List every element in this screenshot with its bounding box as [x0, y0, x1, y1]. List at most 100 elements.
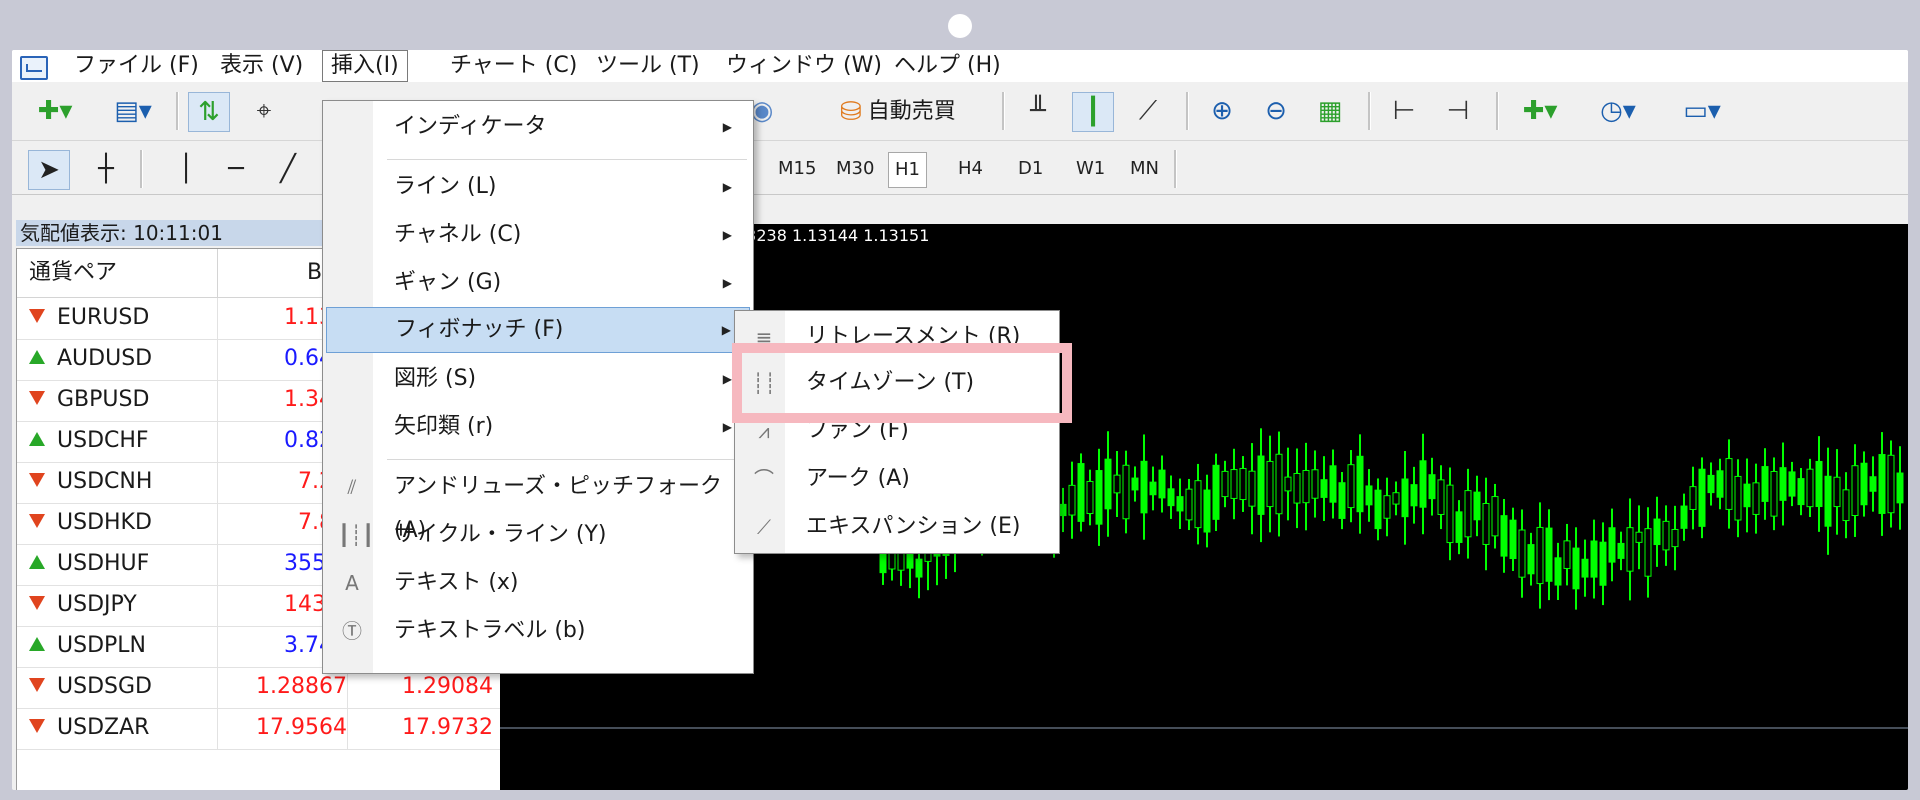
line-studies-toolbar: ➤ ┼ │ ─ ╱ M15 M30 H1 H4 D1 W1 MN	[12, 142, 1908, 195]
zoom-out-icon[interactable]: ⊖	[1256, 92, 1296, 130]
market-watch-icon[interactable]: ⇅	[188, 92, 230, 132]
timeframe-d1[interactable]: D1	[1012, 152, 1049, 186]
toolbar-separator	[140, 150, 143, 188]
timeframe-m15[interactable]: M15	[772, 152, 822, 186]
chart-shift-icon[interactable]: ⊢	[1384, 92, 1424, 130]
menu-view[interactable]: 表示 (V)	[212, 50, 311, 82]
menu-item-cycle-lines[interactable]: ┃┊┃ サイクル・ライン (Y)	[326, 513, 750, 557]
periods-icon[interactable]: ◷▾	[1590, 92, 1646, 130]
chart-ohlc-label: 13238 1.13144 1.13151	[736, 226, 930, 245]
menu-item-label: インディケータ	[394, 114, 547, 139]
timeframe-m30[interactable]: M30	[830, 152, 880, 186]
menu-item-text[interactable]: A テキスト (x)	[326, 561, 750, 605]
menu-file[interactable]: ファイル (F)	[66, 50, 207, 82]
symbol-name: USDCNH	[57, 469, 153, 494]
menu-help[interactable]: ヘルプ (H)	[886, 50, 1009, 82]
autotrade-button[interactable]: ⛁ 自動売買	[840, 92, 956, 132]
candle-body	[1311, 469, 1319, 499]
down-arrow-icon	[29, 596, 45, 610]
candle-body	[1527, 544, 1535, 575]
candle-body	[1707, 474, 1715, 494]
toolbar-separator	[1186, 92, 1189, 130]
cursor-icon[interactable]: ➤	[28, 150, 70, 190]
candle-body	[1743, 483, 1751, 508]
crosshair-tool-icon[interactable]: ┼	[86, 150, 126, 188]
candle-body	[1383, 495, 1391, 519]
timeframe-w1[interactable]: W1	[1070, 152, 1111, 186]
candle-body	[1122, 464, 1130, 520]
insert-menu: インディケータ ▶ ライン (L) ▶ チャネル (C) ▶ ギャン (G) ▶ フィボ…	[322, 100, 754, 674]
market-watch-row[interactable]: USDZAR 17.9564 17.9732	[17, 708, 501, 750]
candle-body	[1185, 488, 1193, 521]
candle-body	[1671, 528, 1679, 548]
menu-item-pitchfork[interactable]: ⫽ アンドリューズ・ピッチフォーク (A)	[326, 465, 750, 543]
candle-body	[1266, 460, 1274, 508]
crosshair-icon[interactable]: ⌖	[244, 92, 284, 130]
new-chart-icon[interactable]: ✚▾	[26, 92, 84, 130]
menu-item-lines[interactable]: ライン (L) ▶	[326, 165, 750, 209]
profiles-icon[interactable]: ▤▾	[104, 92, 162, 130]
down-arrow-icon	[29, 473, 45, 487]
candlestick-chart-icon[interactable]: ┃	[1072, 92, 1114, 132]
menu-item-channels[interactable]: チャネル (C) ▶	[326, 213, 750, 257]
candle-body	[1212, 464, 1220, 520]
highlight-callout	[732, 343, 1072, 423]
column-divider	[217, 708, 218, 749]
candle-body	[1455, 511, 1463, 543]
candle-body	[1203, 489, 1211, 533]
column-divider	[217, 585, 218, 626]
candle-body	[1698, 468, 1706, 527]
horizontal-line-icon[interactable]: ─	[216, 150, 256, 188]
fibo-arcs-icon: ⌒	[754, 467, 774, 491]
candle-body	[1680, 505, 1688, 529]
trendline-icon[interactable]: ╱	[268, 150, 308, 188]
menu-item-label: アーク (A)	[806, 466, 910, 491]
column-bid-header[interactable]: B	[307, 249, 322, 297]
menu-item-label: テキストラベル (b)	[394, 618, 586, 643]
menu-item-gann[interactable]: ギャン (G) ▶	[326, 261, 750, 305]
candle-body	[1716, 470, 1724, 498]
candle-body	[1644, 528, 1652, 577]
indicators-icon[interactable]: ✚▾	[1512, 92, 1568, 130]
menu-chart[interactable]: チャート (C)	[442, 50, 585, 82]
column-symbol-header[interactable]: 通貨ペア	[29, 249, 117, 297]
vertical-line-icon[interactable]: │	[166, 150, 206, 188]
timeframe-h4[interactable]: H4	[952, 152, 989, 186]
candle-body	[1104, 458, 1112, 510]
app-icon	[20, 56, 48, 80]
candle-body	[1194, 480, 1202, 529]
candle-body	[1617, 542, 1625, 559]
candle-body	[1392, 492, 1400, 505]
menu-item-shapes[interactable]: 図形 (S) ▶	[326, 357, 750, 401]
menu-tools[interactable]: ツール (T)	[588, 50, 708, 82]
column-divider	[217, 339, 218, 380]
menu-item-arrows[interactable]: 矢印類 (r) ▶	[326, 405, 750, 449]
menu-item-indicators[interactable]: インディケータ ▶	[326, 105, 750, 149]
menu-insert[interactable]: 挿入(I)	[322, 50, 408, 82]
candle-body	[1608, 527, 1616, 563]
candle-body	[1329, 465, 1337, 503]
candle-body	[1590, 540, 1598, 578]
auto-scroll-icon[interactable]: ⊣	[1438, 92, 1478, 130]
candle-body	[1572, 547, 1580, 590]
menu-item-fibonacci[interactable]: フィボナッチ (F) ▶	[326, 307, 750, 353]
candle-body	[1824, 475, 1832, 527]
line-chart-icon[interactable]: ⟋	[1128, 92, 1168, 130]
timeframe-h1[interactable]: H1	[888, 152, 927, 188]
submenu-arrow-icon: ▶	[722, 180, 732, 194]
tile-windows-icon[interactable]: ▦	[1310, 92, 1350, 130]
zoom-in-icon[interactable]: ⊕	[1202, 92, 1242, 130]
menu-item-expansion[interactable]: ⟋ エキスパンション (E)	[738, 505, 1056, 549]
menu-item-label: ライン (L)	[394, 174, 497, 199]
timeframe-mn[interactable]: MN	[1124, 152, 1165, 186]
candle-body	[1401, 478, 1409, 518]
menu-item-arcs[interactable]: ⌒ アーク (A)	[738, 457, 1056, 501]
candle-body	[1797, 478, 1805, 506]
templates-icon[interactable]: ▭▾	[1672, 92, 1732, 130]
menu-item-text-label[interactable]: Ⓣ テキストラベル (b)	[326, 609, 750, 653]
down-arrow-icon	[29, 719, 45, 733]
menu-window[interactable]: ウィンドウ (W)	[718, 50, 890, 82]
bar-chart-icon[interactable]: ╨	[1018, 92, 1058, 130]
column-divider	[217, 298, 218, 339]
candle-body	[1815, 460, 1823, 508]
